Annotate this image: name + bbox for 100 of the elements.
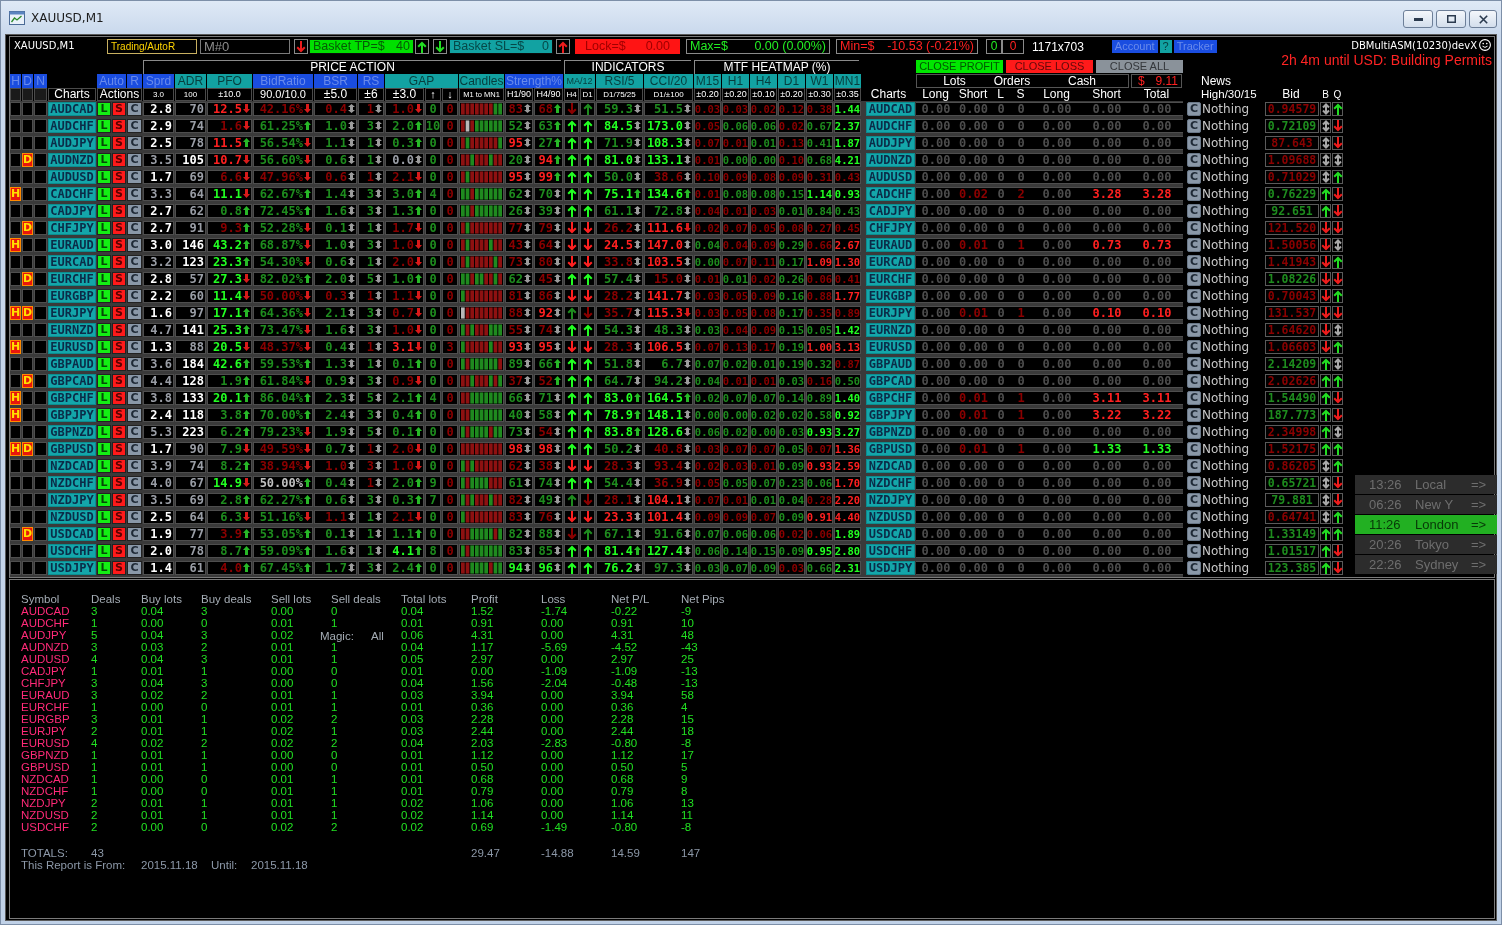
- symbol-button[interactable]: GBPCAD: [866, 374, 915, 388]
- long-button[interactable]: L: [97, 510, 111, 524]
- symbol-button[interactable]: GBPJPY: [48, 408, 96, 422]
- news-button[interactable]: C: [1187, 561, 1201, 575]
- long-button[interactable]: L: [97, 493, 111, 507]
- short-button[interactable]: S: [112, 340, 126, 354]
- short-button[interactable]: S: [112, 527, 126, 541]
- symbol-button[interactable]: NZDUSD: [866, 510, 915, 524]
- symbol-button[interactable]: NZDCHF: [48, 476, 96, 490]
- news-button[interactable]: C: [1187, 102, 1201, 116]
- news-button[interactable]: C: [1187, 187, 1201, 201]
- symbol-button[interactable]: CADCHF: [48, 187, 96, 201]
- long-button[interactable]: L: [97, 476, 111, 490]
- short-button[interactable]: S: [112, 391, 126, 405]
- close-trade-button[interactable]: C: [127, 272, 142, 286]
- news-button[interactable]: C: [1187, 408, 1201, 422]
- timezone-item[interactable]: 06:26 New Y =>: [1355, 495, 1497, 514]
- short-button[interactable]: S: [112, 102, 126, 116]
- symbol-button[interactable]: NZDJPY: [48, 493, 96, 507]
- close-trade-button[interactable]: C: [127, 221, 142, 235]
- close-all-button[interactable]: CLOSE ALL: [1096, 60, 1183, 73]
- symbol-button[interactable]: NZDUSD: [48, 510, 96, 524]
- close-trade-button[interactable]: C: [127, 255, 142, 269]
- news-button[interactable]: C: [1187, 544, 1201, 558]
- symbol-button[interactable]: CADJPY: [48, 204, 96, 218]
- short-button[interactable]: S: [112, 221, 126, 235]
- symbol-button[interactable]: EURJPY: [48, 306, 96, 320]
- symbol-button[interactable]: EURCAD: [48, 255, 96, 269]
- news-button[interactable]: C: [1187, 238, 1201, 252]
- symbol-button[interactable]: AUDCAD: [866, 102, 915, 116]
- close-trade-button[interactable]: C: [127, 561, 142, 575]
- news-button[interactable]: C: [1187, 442, 1201, 456]
- news-button[interactable]: C: [1187, 153, 1201, 167]
- short-button[interactable]: S: [112, 204, 126, 218]
- close-trade-button[interactable]: C: [127, 119, 142, 133]
- symbol-button[interactable]: GBPAUD: [48, 357, 96, 371]
- symbol-button[interactable]: EURJPY: [866, 306, 915, 320]
- symbol-button[interactable]: GBPJPY: [866, 408, 915, 422]
- symbol-button[interactable]: GBPAUD: [866, 357, 915, 371]
- news-button[interactable]: C: [1187, 493, 1201, 507]
- short-button[interactable]: S: [112, 187, 126, 201]
- short-button[interactable]: S: [112, 153, 126, 167]
- down-arrow-button[interactable]: [433, 39, 447, 54]
- symbol-button[interactable]: AUDUSD: [866, 170, 915, 184]
- minimize-button[interactable]: [1403, 10, 1433, 28]
- short-button[interactable]: S: [112, 170, 126, 184]
- news-button[interactable]: C: [1187, 170, 1201, 184]
- news-button[interactable]: C: [1187, 374, 1201, 388]
- short-button[interactable]: S: [112, 119, 126, 133]
- news-button[interactable]: C: [1187, 136, 1201, 150]
- long-button[interactable]: L: [97, 119, 111, 133]
- magic-number-field[interactable]: M#0: [200, 39, 290, 54]
- close-trade-button[interactable]: C: [127, 442, 142, 456]
- long-button[interactable]: L: [97, 289, 111, 303]
- short-button[interactable]: S: [112, 323, 126, 337]
- timezone-item[interactable]: 11:26 London =>: [1355, 515, 1497, 534]
- symbol-button[interactable]: NZDCHF: [866, 476, 915, 490]
- short-button[interactable]: S: [112, 255, 126, 269]
- long-button[interactable]: L: [97, 136, 111, 150]
- long-button[interactable]: L: [97, 544, 111, 558]
- symbol-button[interactable]: CADJPY: [866, 204, 915, 218]
- short-button[interactable]: S: [112, 289, 126, 303]
- close-trade-button[interactable]: C: [127, 153, 142, 167]
- long-button[interactable]: L: [97, 153, 111, 167]
- news-button[interactable]: C: [1187, 272, 1201, 286]
- close-button[interactable]: [1469, 10, 1497, 28]
- long-button[interactable]: L: [97, 340, 111, 354]
- symbol-button[interactable]: AUDNZD: [48, 153, 96, 167]
- close-trade-button[interactable]: C: [127, 102, 142, 116]
- short-button[interactable]: S: [112, 544, 126, 558]
- short-button[interactable]: S: [112, 510, 126, 524]
- symbol-button[interactable]: USDCAD: [48, 527, 96, 541]
- close-trade-button[interactable]: C: [127, 510, 142, 524]
- symbol-button[interactable]: AUDNZD: [866, 153, 915, 167]
- timezone-item[interactable]: 20:26 Tokyo =>: [1355, 535, 1497, 554]
- short-button[interactable]: S: [112, 459, 126, 473]
- symbol-button[interactable]: NZDCAD: [866, 459, 915, 473]
- symbol-button[interactable]: EURNZD: [48, 323, 96, 337]
- symbol-button[interactable]: EURGBP: [866, 289, 915, 303]
- basket-tp-field[interactable]: Basket TP=$ 40: [309, 39, 414, 54]
- short-button[interactable]: S: [112, 561, 126, 575]
- long-button[interactable]: L: [97, 255, 111, 269]
- long-button[interactable]: L: [97, 306, 111, 320]
- news-button[interactable]: C: [1187, 306, 1201, 320]
- close-trade-button[interactable]: C: [127, 425, 142, 439]
- long-button[interactable]: L: [97, 357, 111, 371]
- symbol-button[interactable]: EURAUD: [866, 238, 915, 252]
- close-trade-button[interactable]: C: [127, 187, 142, 201]
- symbol-button[interactable]: GBPNZD: [866, 425, 915, 439]
- close-trade-button[interactable]: C: [127, 340, 142, 354]
- close-loss-button[interactable]: CLOSE LOSS: [1006, 60, 1093, 73]
- news-button[interactable]: C: [1187, 510, 1201, 524]
- news-button[interactable]: C: [1187, 527, 1201, 541]
- news-button[interactable]: C: [1187, 425, 1201, 439]
- close-trade-button[interactable]: C: [127, 544, 142, 558]
- symbol-button[interactable]: GBPNZD: [48, 425, 96, 439]
- symbol-button[interactable]: EURGBP: [48, 289, 96, 303]
- long-button[interactable]: L: [97, 187, 111, 201]
- symbol-button[interactable]: EURNZD: [866, 323, 915, 337]
- short-button[interactable]: S: [112, 476, 126, 490]
